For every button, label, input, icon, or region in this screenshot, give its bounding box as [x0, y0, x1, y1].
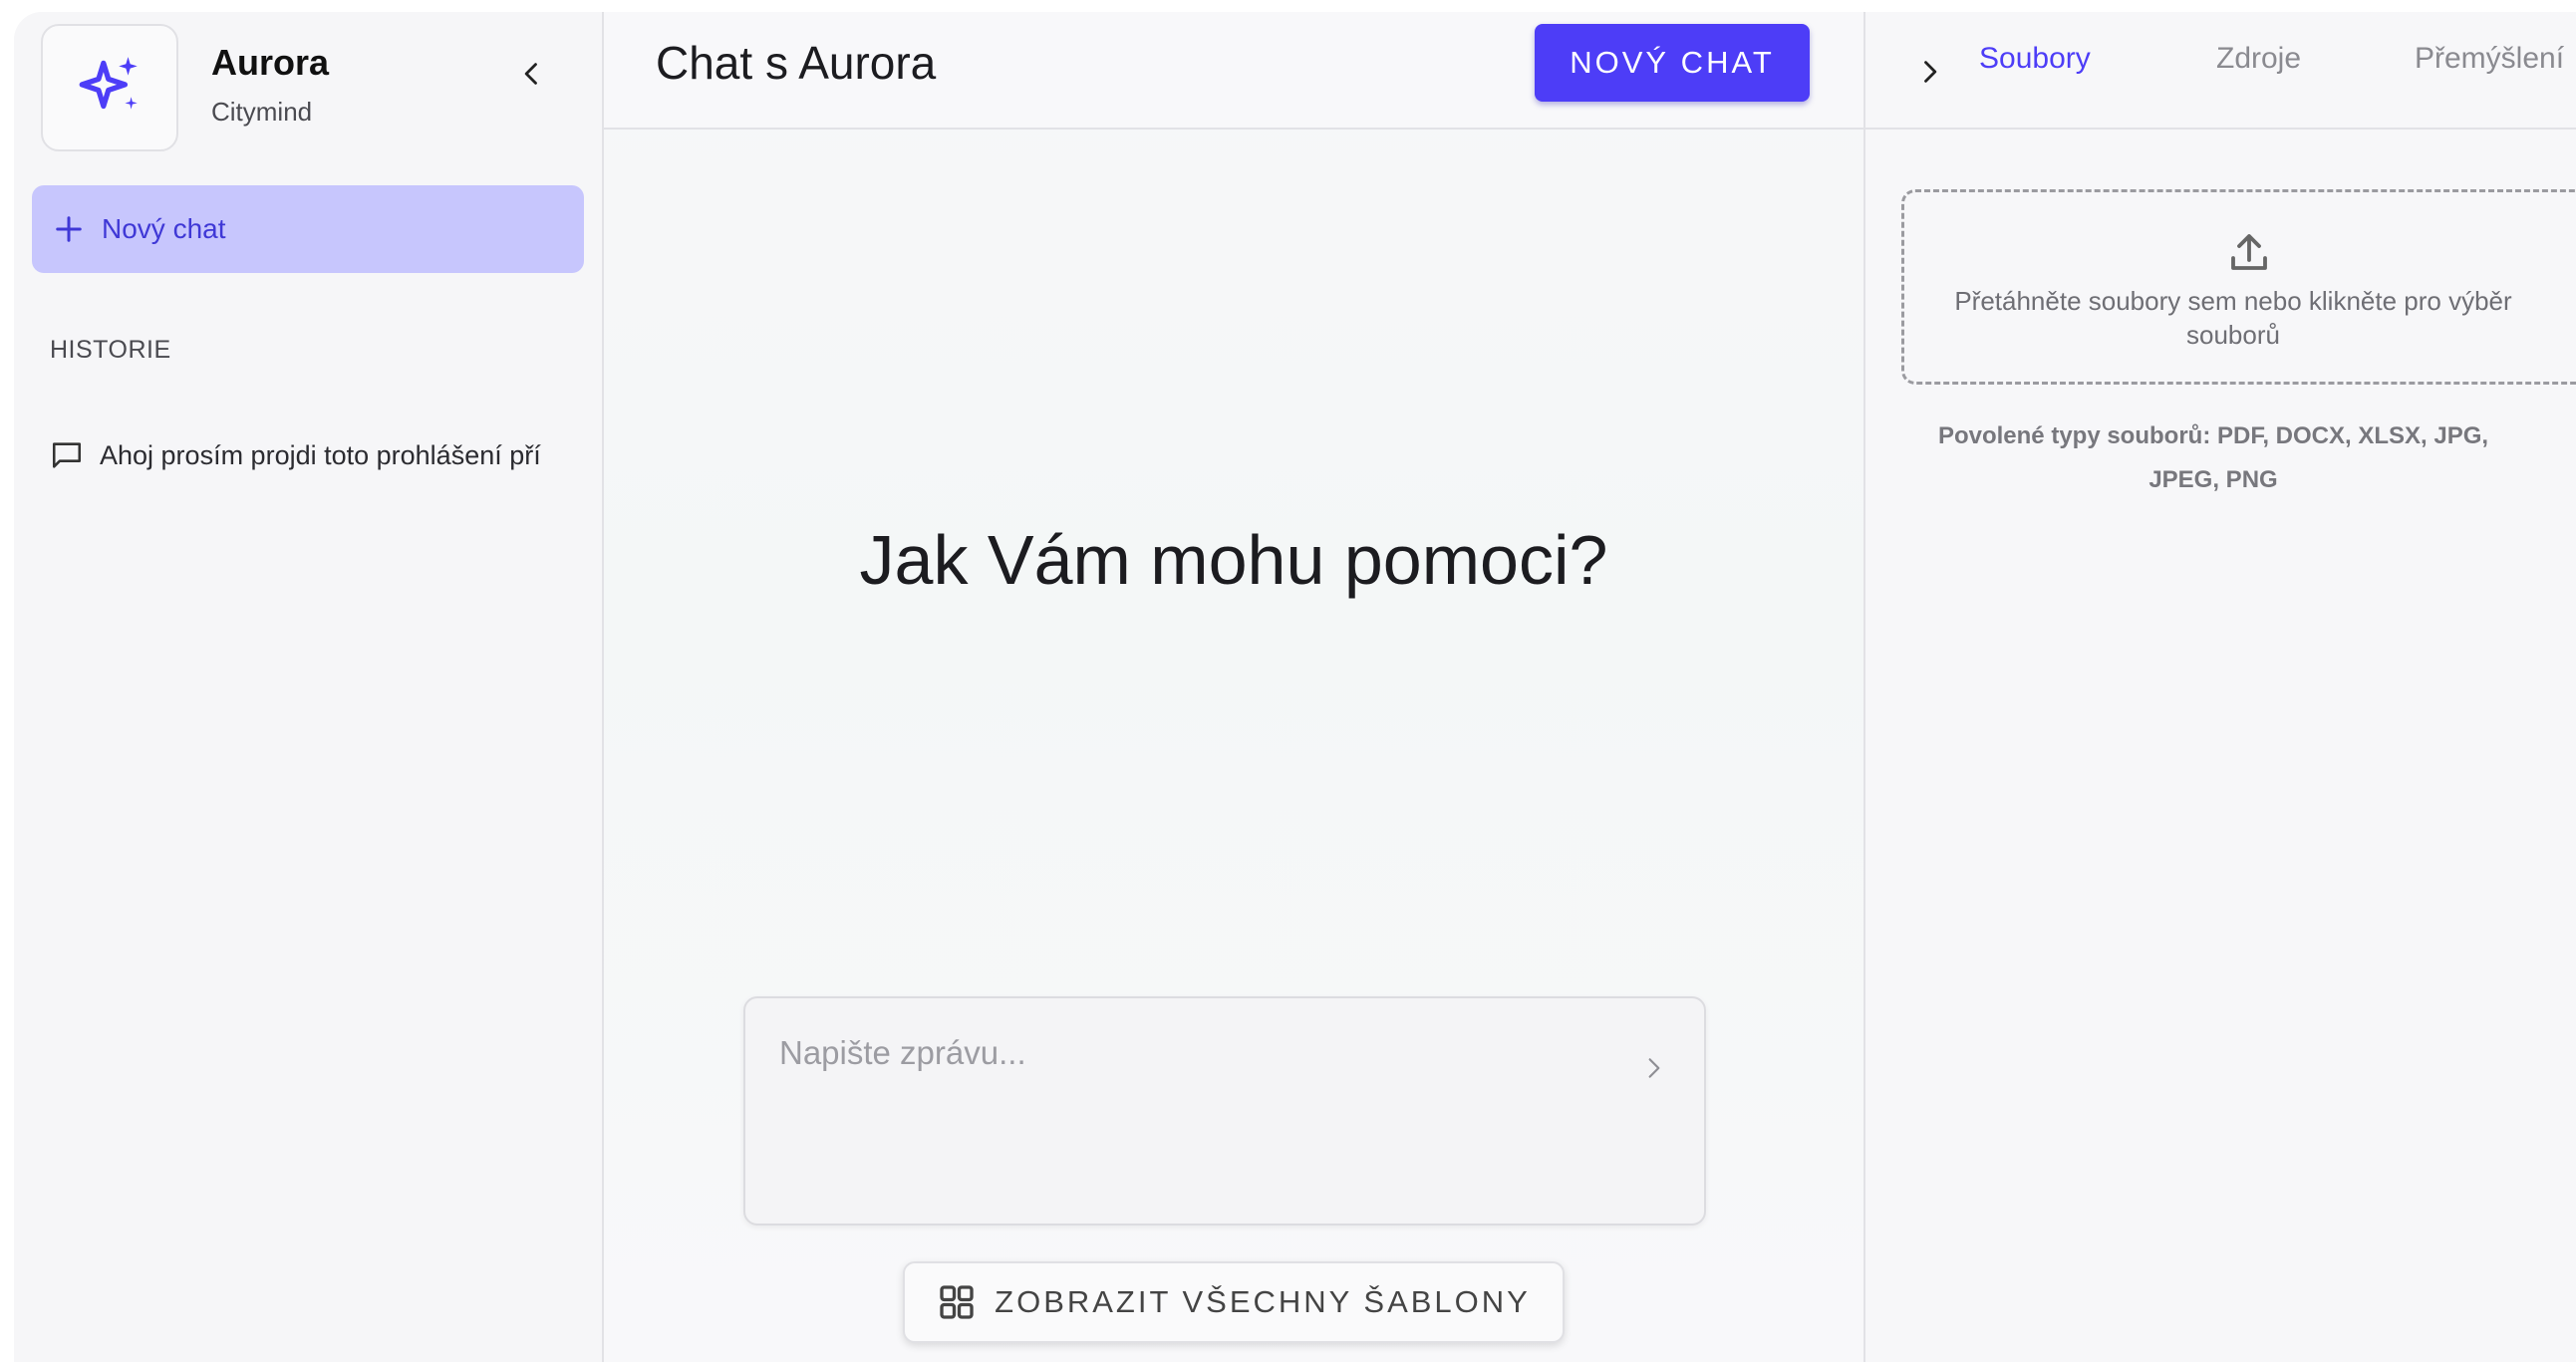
send-button[interactable] — [1634, 1048, 1674, 1088]
dropzone-text: Přetáhněte soubory sem nebo klikněte pro… — [1954, 286, 2512, 350]
upload-icon — [2225, 228, 2273, 276]
chevron-right-icon — [1648, 1058, 1660, 1078]
chat-header: Chat s Aurora NOVÝ CHAT — [604, 12, 1863, 130]
panel-tabs: Soubory Zdroje Přemýšlení — [1865, 12, 2576, 130]
tab-soubory[interactable]: Soubory — [1979, 42, 2091, 76]
page-title: Chat s Aurora — [656, 37, 937, 89]
message-input[interactable] — [745, 998, 1704, 1224]
sidebar: Aurora Citymind Nový chat HISTORIE Ahoj … — [14, 12, 604, 1362]
plus-icon — [54, 214, 84, 244]
chevron-right-icon — [1924, 61, 1937, 83]
files-panel: Soubory Zdroje Přemýšlení Přetáhněte sou… — [1863, 12, 2576, 1362]
app-logo — [41, 24, 178, 151]
grid-icon — [937, 1282, 977, 1322]
show-templates-button[interactable]: ZOBRAZIT VŠECHNY ŠABLONY — [903, 1261, 1565, 1343]
history-item-label: Ahoj prosím projdi toto prohlášení pří — [100, 439, 541, 470]
history-item[interactable]: Ahoj prosím projdi toto prohlášení pří — [50, 425, 588, 485]
new-chat-label: Nový chat — [102, 213, 226, 244]
new-chat-button[interactable]: Nový chat — [32, 185, 584, 273]
tab-premysleni[interactable]: Přemýšlení — [2415, 42, 2564, 76]
chat-main: Chat s Aurora NOVÝ CHAT Jak Vám mohu pom… — [604, 12, 1863, 1362]
show-templates-label: ZOBRAZIT VŠECHNY ŠABLONY — [995, 1284, 1531, 1319]
sparkle-icon — [79, 57, 138, 110]
file-dropzone[interactable]: Přetáhněte soubory sem nebo klikněte pro… — [1901, 189, 2576, 385]
expand-panel-button[interactable] — [1909, 52, 1949, 92]
history-heading: HISTORIE — [50, 336, 171, 364]
app-name: Aurora — [211, 42, 330, 83]
message-input-box — [743, 996, 1706, 1226]
welcome-heading: Jak Vám mohu pomoci? — [859, 521, 1608, 599]
app-window: Aurora Citymind Nový chat HISTORIE Ahoj … — [14, 12, 2576, 1362]
chat-bubble-icon — [50, 438, 84, 472]
tab-zdroje[interactable]: Zdroje — [2216, 42, 2301, 76]
collapse-sidebar-button[interactable] — [512, 54, 552, 94]
org-name: Citymind — [211, 97, 313, 127]
new-chat-header-button[interactable]: NOVÝ CHAT — [1535, 24, 1810, 102]
chevron-left-icon — [524, 63, 537, 85]
allowed-file-types: Povolené typy souborů: PDF, DOCX, XLSX, … — [1937, 422, 2489, 493]
